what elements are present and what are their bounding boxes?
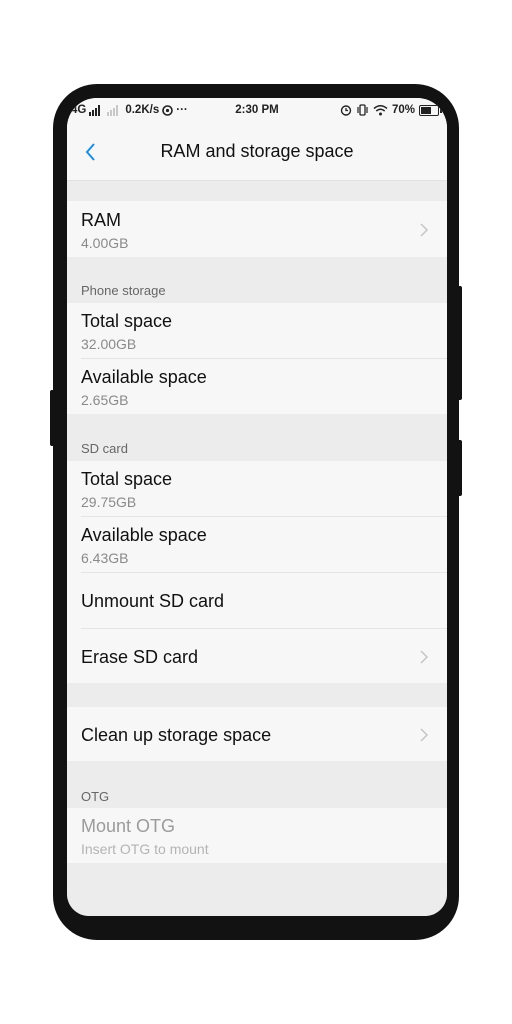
network-speed: 0.2K/s xyxy=(125,104,160,116)
phone-total-space-value: 32.00GB xyxy=(81,336,137,352)
otg-label: OTG xyxy=(81,789,110,804)
clean-up-storage-label: Clean up storage space xyxy=(81,725,272,745)
otg-header: OTG xyxy=(67,761,447,808)
mount-otg-hint: Insert OTG to mount xyxy=(81,841,209,857)
wifi-icon xyxy=(373,105,388,116)
status-bar: 4G 0.2K/s ··· 2:30 PM 70% xyxy=(67,98,447,124)
signal-sim2-icon xyxy=(107,104,119,116)
sd-available-space-value: 6.43GB xyxy=(81,550,129,566)
section-gap xyxy=(67,683,447,707)
phone-available-space-row: Available space 2.65GB xyxy=(67,359,447,414)
network-type: 4G xyxy=(71,104,87,116)
chevron-right-icon xyxy=(420,650,428,664)
more-notifications-icon: ··· xyxy=(176,104,188,116)
phone-total-space-label: Total space xyxy=(81,311,173,331)
ram-value: 4.00GB xyxy=(81,235,129,251)
sd-available-space-row: Available space 6.43GB xyxy=(67,517,447,573)
phone-available-space-label: Available space xyxy=(81,367,207,387)
unmount-sd-card-label: Unmount SD card xyxy=(81,591,225,611)
alarm-icon xyxy=(340,105,352,116)
sd-card-label: SD card xyxy=(81,441,128,456)
erase-sd-card-row[interactable]: Erase SD card xyxy=(67,629,447,683)
mount-otg-row[interactable]: Mount OTG Insert OTG to mount xyxy=(67,808,447,863)
ram-row[interactable]: RAM 4.00GB xyxy=(67,201,447,257)
battery-percent: 70% xyxy=(391,104,415,116)
sd-total-space-label: Total space xyxy=(81,469,173,489)
chevron-right-icon xyxy=(420,728,428,742)
screen: 4G 0.2K/s ··· 2:30 PM 70% RAM and storag… xyxy=(67,98,447,916)
section-gap xyxy=(67,181,447,201)
bottom-space xyxy=(67,863,447,916)
phone-storage-header: Phone storage xyxy=(67,257,447,303)
data-saver-icon xyxy=(162,104,174,116)
phone-total-space-row: Total space 32.00GB xyxy=(67,303,447,359)
sd-card-header: SD card xyxy=(67,414,447,461)
page-title: RAM and storage space xyxy=(160,141,354,161)
clean-up-storage-row[interactable]: Clean up storage space xyxy=(67,707,447,761)
unmount-sd-card-row[interactable]: Unmount SD card xyxy=(67,573,447,629)
vibrate-icon xyxy=(357,104,368,116)
phone-available-space-value: 2.65GB xyxy=(81,392,129,408)
phone-storage-label: Phone storage xyxy=(81,283,166,298)
sd-total-space-value: 29.75GB xyxy=(81,494,137,510)
signal-icon xyxy=(89,104,101,116)
app-header: RAM and storage space xyxy=(67,124,447,181)
erase-sd-card-label: Erase SD card xyxy=(81,647,199,667)
mount-otg-label: Mount OTG xyxy=(81,816,176,836)
sd-total-space-row: Total space 29.75GB xyxy=(67,461,447,517)
sd-available-space-label: Available space xyxy=(81,525,207,545)
battery-icon xyxy=(419,104,442,116)
ram-label: RAM xyxy=(81,210,121,230)
chevron-right-icon xyxy=(420,223,428,237)
